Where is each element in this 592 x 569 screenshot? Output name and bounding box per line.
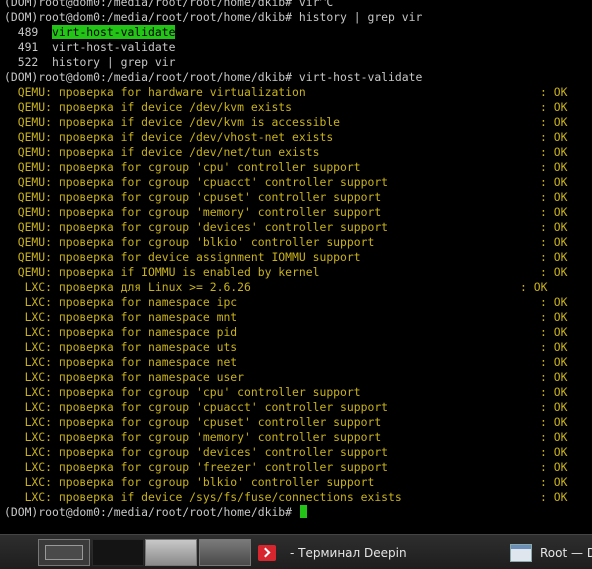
check-result: : OK (540, 250, 568, 264)
check-result: : OK (540, 220, 568, 234)
check-result: : OK (540, 175, 568, 189)
check-line: QEMU: проверка for cgroup 'devices' cont… (4, 220, 389, 234)
history-line: 489 virt-host-validate (4, 25, 176, 40)
check-result: : OK (540, 340, 568, 354)
check-line: QEMU: проверка if device /dev/vhost-net … (4, 130, 334, 144)
check-result: : OK (540, 130, 568, 144)
history-command: virt-host-validate (52, 40, 176, 54)
prompt-line: (DOM)root@dom0:/media/root/root/home/dki… (4, 70, 423, 84)
check-result: : OK (540, 235, 568, 249)
check-result: : OK (540, 400, 568, 414)
check-line: LXC: проверка for namespace ipc (4, 295, 238, 309)
history-number: 491 (17, 40, 39, 54)
check-line: QEMU: проверка if device /dev/kvm exists (4, 100, 293, 114)
check-result: : OK (520, 280, 548, 294)
check-line: LXC: проверка for cgroup 'blkio' control… (4, 475, 375, 489)
check-result: : OK (540, 430, 568, 444)
check-line: LXC: проверка for cgroup 'memory' contro… (4, 430, 382, 444)
check-line: LXC: проверка if device /sys/fs/fuse/con… (4, 490, 402, 504)
check-line: LXC: проверка для Linux >= 2.6.26 (4, 280, 251, 294)
check-line: LXC: проверка for namespace pid (4, 325, 238, 339)
check-result: : OK (540, 145, 568, 159)
terminal-icon (258, 544, 276, 561)
check-line: LXC: проверка for cgroup 'cpuset' contro… (4, 415, 382, 429)
check-line: QEMU: проверка for hardware virtualizati… (4, 85, 306, 99)
check-result: : OK (540, 160, 568, 174)
check-result: : OK (540, 355, 568, 369)
check-line: LXC: проверка for namespace mnt (4, 310, 238, 324)
history-command: history | grep vir (52, 55, 176, 69)
terminal-window[interactable]: (DOM)root@dom0:/media/root/root/home/dki… (0, 0, 592, 534)
workspace-thumbnail-3[interactable] (145, 539, 197, 566)
taskbar-item-terminal[interactable]: - Терминал Deepin (258, 539, 407, 566)
check-line: QEMU: проверка for cgroup 'blkio' contro… (4, 235, 375, 249)
history-command-highlighted: virt-host-validate (52, 25, 176, 39)
current-prompt-line[interactable]: (DOM)root@dom0:/media/root/root/home/dki… (4, 505, 307, 520)
taskbar: - Терминал Deepin Root — D (0, 534, 592, 569)
history-line: 522 history | grep vir (4, 55, 176, 70)
text-cursor (299, 505, 307, 518)
check-result: : OK (540, 370, 568, 384)
taskbar-item-root[interactable]: Root — D (510, 539, 592, 566)
check-line: QEMU: проверка if device /dev/net/tun ex… (4, 145, 320, 159)
check-result: : OK (540, 415, 568, 429)
check-line: QEMU: проверка if device /dev/kvm is acc… (4, 115, 341, 129)
check-result: : OK (540, 190, 568, 204)
prompt-line: (DOM)root@dom0:/media/root/root/home/dki… (4, 10, 423, 24)
check-result: : OK (540, 445, 568, 459)
check-line: QEMU: проверка for device assignment IOM… (4, 250, 361, 264)
check-line: QEMU: проверка if IOMMU is enabled by ke… (4, 265, 320, 279)
check-result: : OK (540, 475, 568, 489)
workspace-thumbnail-4[interactable] (199, 539, 251, 566)
check-result: : OK (540, 490, 568, 504)
current-prompt: (DOM)root@dom0:/media/root/root/home/dki… (4, 505, 299, 519)
check-result: : OK (540, 85, 568, 99)
check-result: : OK (540, 100, 568, 114)
check-line: LXC: проверка for namespace uts (4, 340, 238, 354)
taskbar-item-label: Root — D (540, 545, 592, 560)
history-line: 491 virt-host-validate (4, 40, 176, 55)
check-line: QEMU: проверка for cgroup 'cpuset' contr… (4, 190, 382, 204)
history-number: 489 (17, 25, 39, 39)
check-result: : OK (540, 385, 568, 399)
check-line: LXC: проверка for namespace user (4, 370, 245, 384)
check-line: LXC: проверка for namespace net (4, 355, 238, 369)
check-line: QEMU: проверка for cgroup 'cpuacct' cont… (4, 175, 389, 189)
check-result: : OK (540, 115, 568, 129)
check-line: LXC: проверка for cgroup 'cpuacct' contr… (4, 400, 389, 414)
check-line: LXC: проверка for cgroup 'devices' contr… (4, 445, 389, 459)
check-result: : OK (540, 460, 568, 474)
check-result: : OK (540, 295, 568, 309)
check-line: LXC: проверка for cgroup 'freezer' contr… (4, 460, 389, 474)
prompt-line: (DOM)root@dom0:/media/root/root/home/dki… (4, 0, 334, 9)
check-line: QEMU: проверка for cgroup 'memory' contr… (4, 205, 382, 219)
check-result: : OK (540, 265, 568, 279)
check-result: : OK (540, 325, 568, 339)
workspace-thumbnail-1[interactable] (38, 539, 90, 566)
window-icon (510, 543, 532, 562)
workspace-thumbnail-2[interactable] (92, 539, 144, 566)
check-line: LXC: проверка for cgroup 'cpu' controlle… (4, 385, 361, 399)
check-line: QEMU: проверка for cgroup 'cpu' controll… (4, 160, 361, 174)
history-number: 522 (17, 55, 39, 69)
check-result: : OK (540, 205, 568, 219)
check-result: : OK (540, 310, 568, 324)
taskbar-item-label: - Терминал Deepin (290, 545, 407, 560)
